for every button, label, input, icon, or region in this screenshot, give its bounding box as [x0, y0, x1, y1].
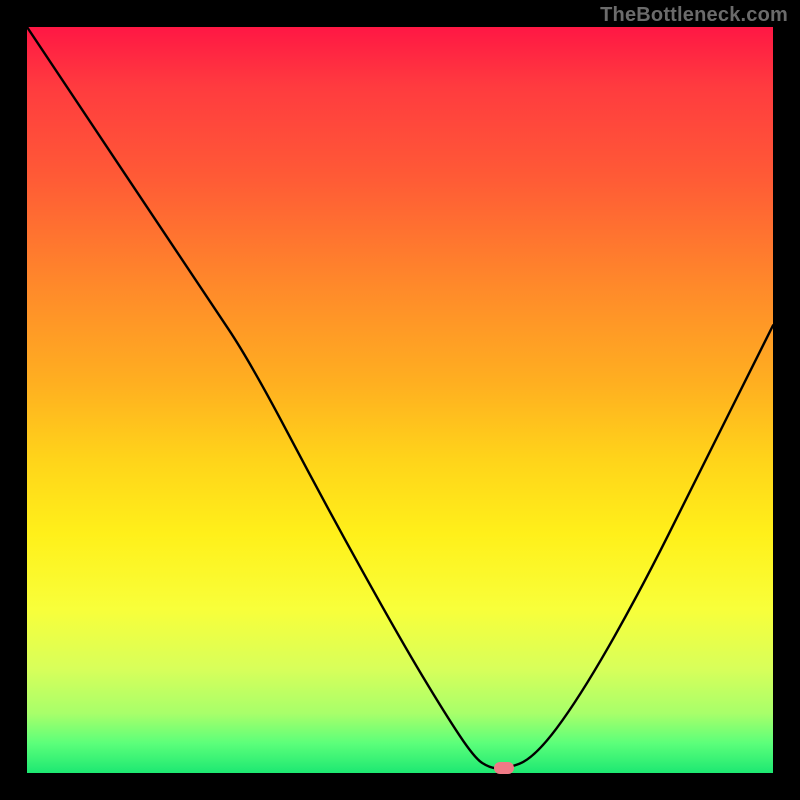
- chart-frame: TheBottleneck.com: [0, 0, 800, 800]
- bottleneck-curve: [27, 27, 773, 773]
- plot-area: [27, 27, 773, 773]
- optimal-point-marker: [494, 762, 514, 774]
- watermark-text: TheBottleneck.com: [600, 4, 788, 27]
